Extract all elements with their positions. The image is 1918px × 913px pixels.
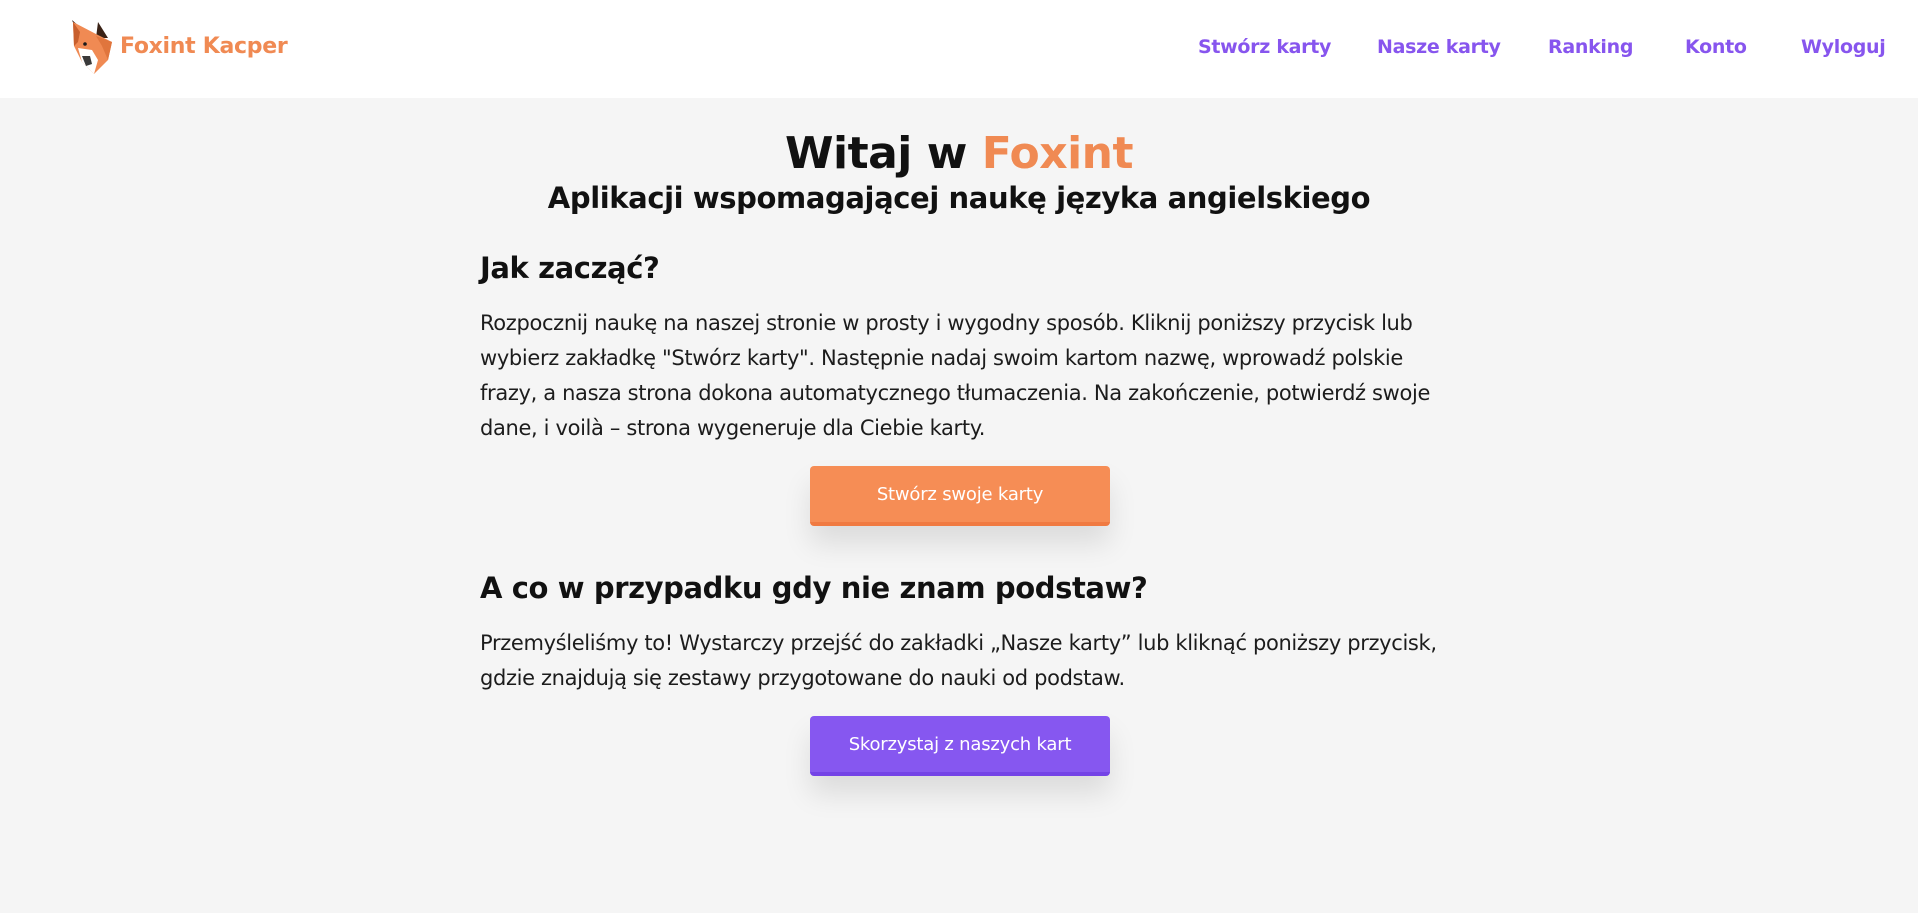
nav-account[interactable]: Konto xyxy=(1685,36,1747,58)
main-nav: Stwórz karty Nasze karty Ranking Konto W… xyxy=(0,36,1918,64)
top-navbar: Foxint Kacper Stwórz karty Nasze karty R… xyxy=(0,0,1918,98)
getting-started-text: Rozpocznij naukę na naszej stronie w pro… xyxy=(480,311,1431,440)
getting-started-heading: Jak zacząć? xyxy=(480,251,660,285)
create-cards-button[interactable]: Stwórz swoje karty xyxy=(810,466,1110,526)
nav-our-cards[interactable]: Nasze karty xyxy=(1377,36,1501,58)
page-subtitle: Aplikacji wspomagającej naukę języka ang… xyxy=(547,181,1371,215)
nav-logout[interactable]: Wyloguj xyxy=(1801,36,1886,58)
page-title: Witaj w Foxint xyxy=(0,124,1918,184)
nav-ranking[interactable]: Ranking xyxy=(1548,36,1633,58)
basics-section: A co w przypadku gdy nie znam podstaw? P… xyxy=(480,568,1440,696)
nav-create-cards[interactable]: Stwórz karty xyxy=(1198,36,1331,58)
page-title-prefix: Witaj w xyxy=(784,128,982,179)
basics-text: Przemyśleliśmy to! Wystarczy przejść do … xyxy=(480,631,1437,690)
getting-started-section: Jak zacząć? Rozpocznij naukę na naszej s… xyxy=(480,248,1440,446)
page-title-accent: Foxint xyxy=(981,128,1134,179)
basics-heading: A co w przypadku gdy nie znam podstaw? xyxy=(480,571,1148,605)
use-our-cards-button[interactable]: Skorzystaj z naszych kart xyxy=(810,716,1110,776)
